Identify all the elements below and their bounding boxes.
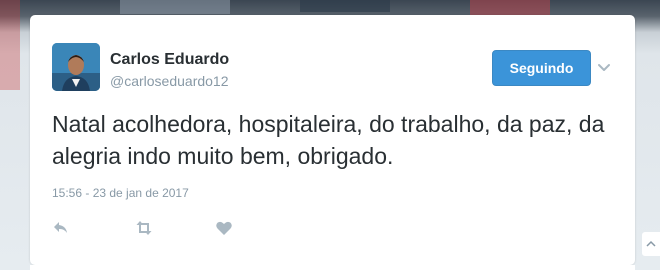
tweet-text: Natal acolhedora, hospitaleira, do traba… — [52, 111, 605, 169]
next-tweet-card — [30, 265, 635, 270]
following-button[interactable]: Seguindo — [492, 50, 591, 86]
chevron-down-icon[interactable] — [596, 59, 612, 75]
reply-icon[interactable] — [51, 218, 71, 238]
tweet-timestamp[interactable]: 15:56 - 23 de jan de 2017 — [52, 186, 189, 200]
tweet-card: Carlos Eduardo @carloseduardo12 Seguindo… — [30, 15, 635, 265]
author-name[interactable]: Carlos Eduardo — [110, 51, 229, 69]
retweet-icon[interactable] — [134, 218, 154, 238]
avatar[interactable] — [52, 43, 100, 91]
scroll-edge-widget[interactable] — [642, 232, 660, 256]
author-handle[interactable]: @carloseduardo12 — [110, 73, 229, 89]
heart-icon[interactable] — [214, 218, 234, 238]
